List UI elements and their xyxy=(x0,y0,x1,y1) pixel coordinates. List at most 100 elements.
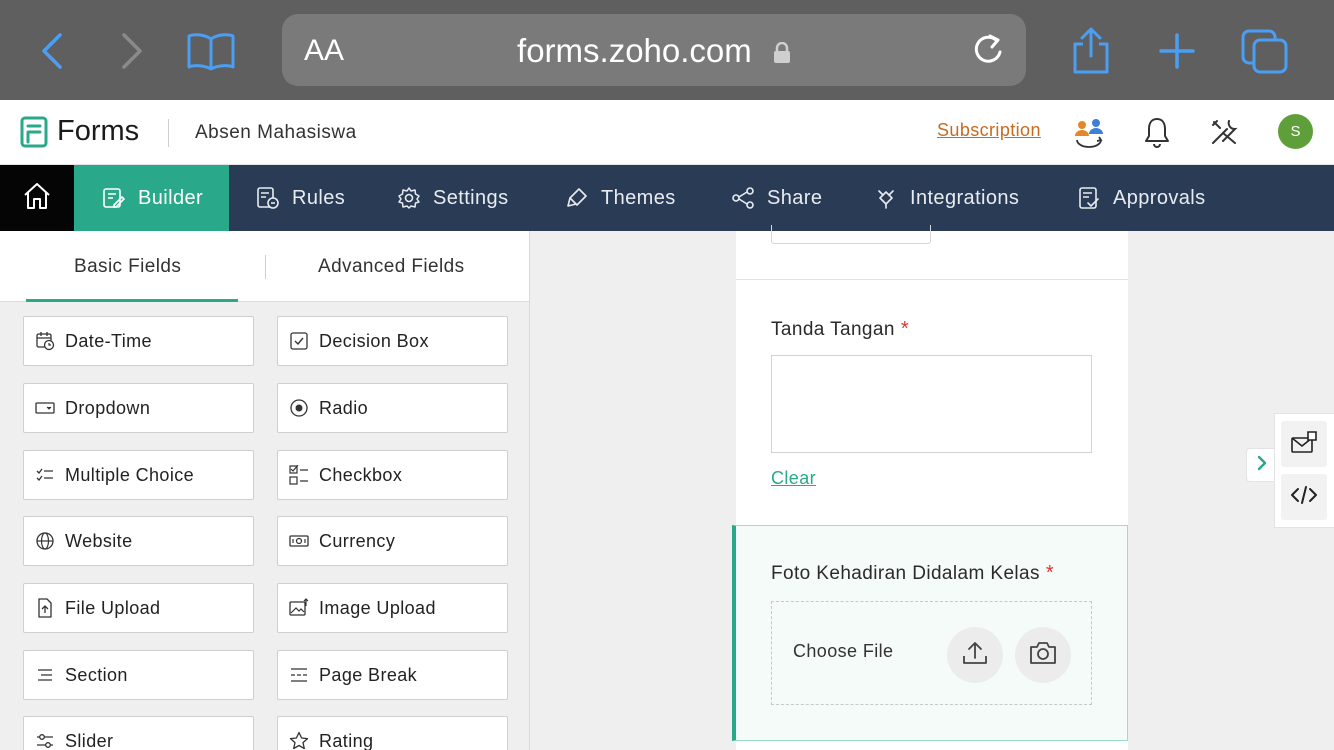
share-icon[interactable] xyxy=(1066,26,1116,76)
tab-builder-label: Builder xyxy=(138,186,204,209)
field-image-upload[interactable]: Image Upload xyxy=(277,583,508,633)
field-label: Image Upload xyxy=(319,597,436,618)
upload-button[interactable] xyxy=(947,627,1003,683)
tools-icon[interactable] xyxy=(1206,114,1242,150)
browser-toolbar: AA forms.zoho.com xyxy=(0,0,1334,100)
tab-share[interactable]: Share xyxy=(731,165,822,231)
rules-icon xyxy=(257,187,279,209)
brush-icon xyxy=(567,188,587,207)
field-multiple-choice[interactable]: Multiple Choice xyxy=(23,450,254,500)
builder-icon xyxy=(103,188,126,208)
field-radio[interactable]: Radio xyxy=(277,383,508,433)
fields-panel: Basic Fields Advanced Fields Date-Time D… xyxy=(0,231,530,750)
photo-label-text: Foto Kehadiran Didalam Kelas xyxy=(771,563,1040,584)
image-upload-icon xyxy=(289,598,309,618)
radio-icon xyxy=(289,398,309,418)
active-tab-indicator xyxy=(26,299,238,302)
tab-share-label: Share xyxy=(767,186,823,209)
field-section[interactable]: Section xyxy=(23,650,254,700)
photo-field[interactable]: Foto Kehadiran Didalam Kelas * Choose Fil… xyxy=(732,525,1128,741)
code-icon xyxy=(1290,485,1318,510)
required-marker: * xyxy=(900,318,910,340)
tab-divider xyxy=(265,255,266,279)
required-marker: * xyxy=(1045,562,1055,584)
chevron-right-icon xyxy=(1256,455,1268,476)
field-label: Decision Box xyxy=(319,330,429,351)
field-label: Date-Time xyxy=(65,330,152,351)
forms-logo-icon[interactable] xyxy=(20,116,48,153)
expand-panel-toggle[interactable] xyxy=(1246,448,1276,482)
star-icon xyxy=(289,731,309,750)
tab-approvals[interactable]: Approvals xyxy=(1077,165,1206,231)
home-icon xyxy=(22,181,52,216)
address-bar[interactable]: AA forms.zoho.com xyxy=(282,14,1026,86)
tabs-icon[interactable] xyxy=(1240,26,1290,76)
camera-button[interactable] xyxy=(1015,627,1071,683)
banknote-icon xyxy=(289,531,309,551)
field-rating[interactable]: Rating xyxy=(277,716,508,750)
field-page-break[interactable]: Page Break xyxy=(277,650,508,700)
checkbox-checked-icon xyxy=(289,331,309,351)
previous-field-input[interactable] xyxy=(771,225,931,244)
field-file-upload[interactable]: File Upload xyxy=(23,583,254,633)
subscription-link[interactable]: Subscription xyxy=(937,120,1041,141)
home-tab[interactable] xyxy=(0,165,74,231)
form-canvas: Tanda Tangan * Clear Foto Kehadiran Didal… xyxy=(732,225,1128,750)
side-toolbar xyxy=(1274,413,1334,528)
signature-pad[interactable] xyxy=(771,355,1092,453)
field-dropdown[interactable]: Dropdown xyxy=(23,383,254,433)
tab-themes[interactable]: Themes xyxy=(565,165,676,231)
url-text: forms.zoho.com xyxy=(517,32,752,69)
field-label: Slider xyxy=(65,730,114,750)
users-sync-icon[interactable] xyxy=(1071,114,1107,150)
choose-file-label[interactable]: Choose File xyxy=(793,641,893,662)
embed-code-button[interactable] xyxy=(1281,474,1327,520)
file-upload-icon xyxy=(35,598,55,618)
bell-icon[interactable] xyxy=(1139,114,1175,150)
calendar-clock-icon xyxy=(35,331,55,351)
clear-signature-link[interactable]: Clear xyxy=(771,468,816,489)
form-name[interactable]: Absen Mahasiswa xyxy=(195,122,357,144)
field-checkbox[interactable]: Checkbox xyxy=(277,450,508,500)
field-label: File Upload xyxy=(65,597,161,618)
app-name[interactable]: Forms xyxy=(57,115,139,148)
field-label: Page Break xyxy=(319,664,418,685)
avatar[interactable]: S xyxy=(1278,114,1313,149)
signature-label-text: Tanda Tangan xyxy=(771,319,895,340)
field-website[interactable]: Website xyxy=(23,516,254,566)
tab-integrations[interactable]: Integrations xyxy=(874,165,1019,231)
header-divider xyxy=(168,119,169,147)
fields-tabs: Basic Fields Advanced Fields xyxy=(0,231,529,302)
field-date-time[interactable]: Date-Time xyxy=(23,316,254,366)
theme-button[interactable] xyxy=(1281,421,1327,467)
signature-field-label: Tanda Tangan * xyxy=(771,318,909,341)
gear-icon xyxy=(398,187,420,209)
share-icon xyxy=(732,187,754,209)
field-decision-box[interactable]: Decision Box xyxy=(277,316,508,366)
field-slider[interactable]: Slider xyxy=(23,716,254,750)
page-break-icon xyxy=(289,665,309,685)
tab-basic-fields[interactable]: Basic Fields xyxy=(74,256,181,278)
forward-icon[interactable] xyxy=(106,26,156,76)
field-label: Checkbox xyxy=(319,464,403,485)
tab-advanced-fields[interactable]: Advanced Fields xyxy=(318,256,464,278)
field-label: Section xyxy=(65,664,128,685)
tab-rules[interactable]: Rules xyxy=(256,165,345,231)
tab-builder[interactable]: Builder xyxy=(74,165,229,231)
bookmarks-icon[interactable] xyxy=(186,26,236,76)
tab-settings[interactable]: Settings xyxy=(397,165,508,231)
tab-themes-label: Themes xyxy=(601,186,676,209)
field-label: Currency xyxy=(319,530,396,551)
app-header: Forms Absen Mahasiswa Subscription xyxy=(0,100,1334,165)
field-label: Dropdown xyxy=(65,397,151,418)
section-icon xyxy=(35,665,55,685)
globe-icon xyxy=(35,531,55,551)
file-drop-zone[interactable]: Choose File xyxy=(771,601,1092,705)
field-currency[interactable]: Currency xyxy=(277,516,508,566)
tab-approvals-label: Approvals xyxy=(1113,186,1206,209)
reload-icon[interactable] xyxy=(970,30,1008,75)
new-tab-icon[interactable] xyxy=(1152,26,1202,76)
back-icon[interactable] xyxy=(28,26,78,76)
approvals-icon xyxy=(1079,187,1099,209)
slider-icon xyxy=(35,731,55,750)
